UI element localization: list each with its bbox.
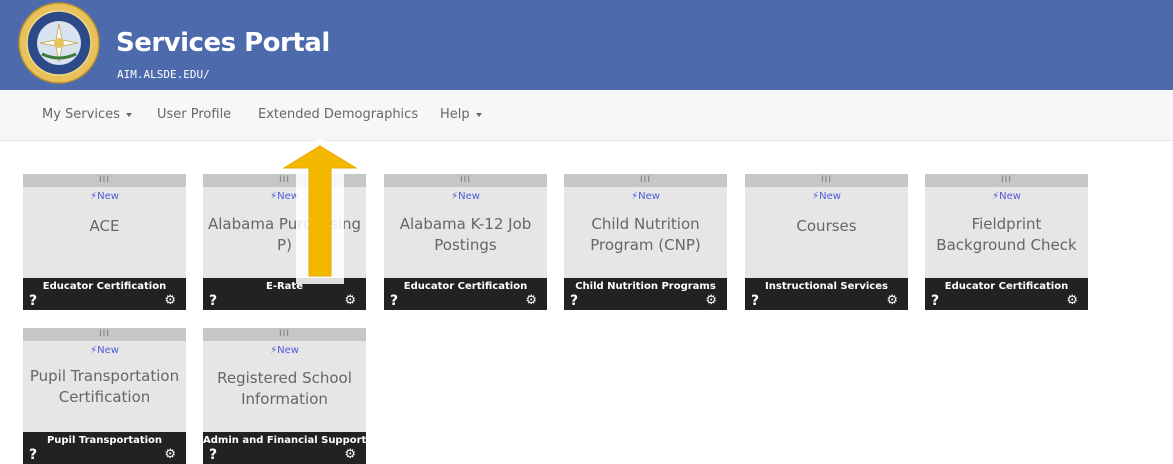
service-tile-alabama-purchasing[interactable]: III ⚡New Alabama Purchasing P) E-Rate ? …	[203, 174, 366, 310]
service-name[interactable]: Pupil Transportation Certification	[27, 366, 182, 408]
service-tile-courses[interactable]: III ⚡New Courses Instructional Services …	[745, 174, 908, 310]
gear-icon[interactable]: ⚙	[525, 293, 537, 309]
service-tile-registered-school[interactable]: III ⚡New Registered School Information A…	[203, 328, 366, 464]
new-label: New	[97, 345, 119, 356]
new-badge: ⚡New	[384, 190, 547, 204]
tile-footer: Pupil Transportation ? ⚙	[23, 432, 186, 464]
service-tile-pupil-transportation[interactable]: III ⚡New Pupil Transportation Certificat…	[23, 328, 186, 464]
tile-footer: Instructional Services ? ⚙	[745, 278, 908, 310]
gear-icon[interactable]: ⚙	[1066, 293, 1078, 309]
gear-icon[interactable]: ⚙	[164, 293, 176, 309]
service-category: Educator Certification	[42, 281, 167, 292]
gear-icon[interactable]: ⚙	[164, 447, 176, 463]
service-category: Educator Certification	[944, 281, 1069, 292]
new-label: New	[277, 191, 299, 202]
service-name[interactable]: Alabama K-12 Job Postings	[388, 214, 543, 256]
new-badge: ⚡New	[203, 190, 366, 204]
drag-handle[interactable]: III	[23, 328, 186, 341]
new-label: New	[999, 191, 1021, 202]
new-label: New	[97, 191, 119, 202]
service-name[interactable]: Registered School Information	[207, 368, 362, 410]
help-icon[interactable]: ?	[751, 293, 759, 309]
site-url[interactable]: AIM.ALSDE.EDU/	[117, 68, 210, 81]
nav-my-services-label: My Services	[42, 107, 120, 122]
new-badge: ⚡New	[23, 190, 186, 204]
new-label: New	[458, 191, 480, 202]
chevron-down-icon	[475, 112, 482, 117]
alabama-seal-icon[interactable]	[18, 2, 100, 84]
service-tile-fieldprint[interactable]: III ⚡New Fieldprint Background Check Edu…	[925, 174, 1088, 310]
help-icon[interactable]: ?	[29, 293, 37, 309]
gear-icon[interactable]: ⚙	[886, 293, 898, 309]
help-icon[interactable]: ?	[209, 447, 217, 463]
tile-footer: Educator Certification ? ⚙	[23, 278, 186, 310]
chevron-down-icon	[125, 112, 132, 117]
nav-help[interactable]: Help	[440, 107, 482, 122]
drag-handle[interactable]: III	[925, 174, 1088, 187]
service-category: Child Nutrition Programs	[575, 281, 716, 292]
service-name[interactable]: Alabama Purchasing P)	[207, 214, 362, 256]
nav-user-profile[interactable]: User Profile	[157, 107, 231, 122]
help-icon[interactable]: ?	[209, 293, 217, 309]
tile-footer: Educator Certification ? ⚙	[384, 278, 547, 310]
help-icon[interactable]: ?	[570, 293, 578, 309]
service-tile-child-nutrition[interactable]: III ⚡New Child Nutrition Program (CNP) C…	[564, 174, 727, 310]
nav-extended-demographics[interactable]: Extended Demographics	[258, 107, 418, 122]
service-tile-ace[interactable]: III ⚡New ACE Educator Certification ? ⚙	[23, 174, 186, 310]
service-category: Pupil Transportation	[46, 435, 163, 446]
drag-handle[interactable]: III	[203, 174, 366, 187]
service-tile-k12-job-postings[interactable]: III ⚡New Alabama K-12 Job Postings Educa…	[384, 174, 547, 310]
gear-icon[interactable]: ⚙	[705, 293, 717, 309]
service-name[interactable]: Child Nutrition Program (CNP)	[568, 214, 723, 256]
drag-handle[interactable]: III	[203, 328, 366, 341]
gear-icon[interactable]: ⚙	[344, 293, 356, 309]
service-category: Admin and Financial Support	[203, 435, 366, 446]
new-label: New	[819, 191, 841, 202]
page-title: Services Portal	[116, 28, 330, 58]
new-label: New	[638, 191, 660, 202]
service-name[interactable]: Fieldprint Background Check	[929, 214, 1084, 256]
new-badge: ⚡New	[925, 190, 1088, 204]
tile-footer: Educator Certification ? ⚙	[925, 278, 1088, 310]
new-badge: ⚡New	[745, 190, 908, 204]
help-icon[interactable]: ?	[390, 293, 398, 309]
help-icon[interactable]: ?	[931, 293, 939, 309]
nav-help-label: Help	[440, 107, 470, 122]
service-category: E-Rate	[266, 281, 303, 292]
drag-handle[interactable]: III	[745, 174, 908, 187]
service-name[interactable]: Courses	[749, 216, 904, 237]
tile-footer: Child Nutrition Programs ? ⚙	[564, 278, 727, 310]
gear-icon[interactable]: ⚙	[344, 447, 356, 463]
nav-my-services[interactable]: My Services	[42, 107, 132, 122]
new-label: New	[277, 345, 299, 356]
drag-handle[interactable]: III	[564, 174, 727, 187]
new-badge: ⚡New	[564, 190, 727, 204]
tile-footer: Admin and Financial Support ? ⚙	[203, 432, 366, 464]
new-badge: ⚡New	[23, 344, 186, 358]
drag-handle[interactable]: III	[23, 174, 186, 187]
help-icon[interactable]: ?	[29, 447, 37, 463]
new-badge: ⚡New	[203, 344, 366, 358]
drag-handle[interactable]: III	[384, 174, 547, 187]
portal-header: Services Portal AIM.ALSDE.EDU/	[0, 0, 1173, 90]
tile-footer: E-Rate ? ⚙	[203, 278, 366, 310]
main-nav: My Services User Profile Extended Demogr…	[0, 90, 1173, 141]
service-category: Educator Certification	[403, 281, 528, 292]
service-category: Instructional Services	[765, 281, 888, 292]
service-name[interactable]: ACE	[27, 216, 182, 237]
